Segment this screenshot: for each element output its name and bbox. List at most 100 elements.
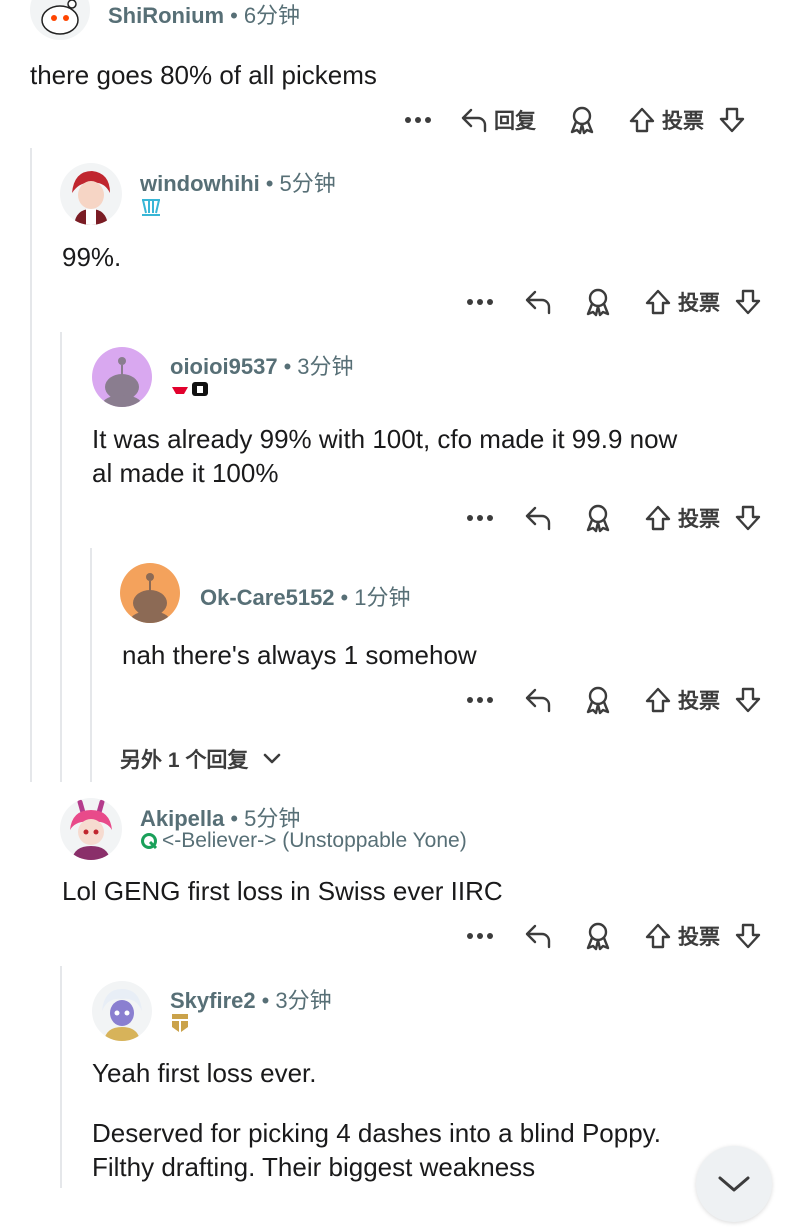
avatar[interactable] bbox=[92, 981, 152, 1041]
avatar[interactable] bbox=[30, 0, 90, 40]
downvote-button[interactable] bbox=[734, 686, 762, 714]
award-button[interactable] bbox=[584, 685, 612, 715]
comment-text-line: al made it 100% bbox=[92, 458, 279, 488]
award-icon bbox=[570, 106, 594, 135]
more-replies-button[interactable]: 另外 1 个回复 bbox=[120, 744, 282, 774]
reply-button[interactable] bbox=[524, 923, 552, 949]
ellipsis-icon bbox=[467, 299, 493, 305]
user-flair: <-Believer-> (Unstoppable Yone) bbox=[140, 829, 467, 853]
comment-actions: 回复 投票 bbox=[398, 100, 746, 140]
ellipsis-icon bbox=[467, 515, 493, 521]
user-flair bbox=[140, 196, 162, 218]
comment-text-line: nah there's always 1 somehow bbox=[122, 640, 477, 670]
downvote-arrow-icon bbox=[735, 505, 761, 531]
upvote-button[interactable]: 投票 bbox=[644, 287, 720, 317]
vote-label: 投票 bbox=[678, 690, 720, 713]
reply-button[interactable]: 回复 bbox=[460, 105, 536, 135]
downvote-button[interactable] bbox=[718, 106, 746, 134]
timestamp: 3分钟 bbox=[297, 354, 354, 379]
thread-line-1 bbox=[30, 148, 32, 782]
username[interactable]: Ok-Care5152 bbox=[200, 585, 335, 610]
anime-avatar-icon bbox=[102, 989, 142, 1041]
reply-icon bbox=[525, 924, 551, 949]
username[interactable]: Akipella bbox=[140, 806, 224, 831]
username[interactable]: Skyfire2 bbox=[170, 988, 256, 1013]
anime-avatar-icon bbox=[72, 171, 110, 225]
separator-dot: • bbox=[265, 171, 274, 196]
comment-body: Lol GENG first loss in Swiss ever IIRC bbox=[62, 874, 503, 908]
timestamp: 5分钟 bbox=[279, 171, 336, 196]
more-options-button[interactable] bbox=[460, 298, 500, 306]
reply-icon bbox=[525, 506, 551, 531]
vote-label: 投票 bbox=[678, 292, 720, 315]
reply-button[interactable] bbox=[524, 289, 552, 315]
separator-dot: • bbox=[283, 354, 292, 379]
award-button[interactable] bbox=[568, 105, 596, 135]
more-options-button[interactable] bbox=[460, 514, 500, 522]
upvote-arrow-icon bbox=[645, 505, 671, 531]
more-replies-label: 另外 1 个回复 bbox=[120, 749, 249, 772]
upvote-button[interactable]: 投票 bbox=[644, 503, 720, 533]
comment-body: It was already 99% with 100t, cfo made i… bbox=[92, 422, 677, 490]
award-icon bbox=[586, 686, 610, 715]
comment-body: there goes 80% of all pickems bbox=[30, 58, 377, 92]
separator-dot: • bbox=[261, 988, 270, 1013]
username[interactable]: ShiRonium bbox=[108, 3, 224, 28]
award-button[interactable] bbox=[584, 287, 612, 317]
reply-button[interactable] bbox=[524, 687, 552, 713]
avatar[interactable] bbox=[60, 798, 122, 860]
more-options-button[interactable] bbox=[398, 116, 438, 124]
comment-author[interactable]: Ok-Care5152 • 1分钟 bbox=[200, 580, 411, 612]
upvote-button[interactable]: 投票 bbox=[644, 921, 720, 951]
upvote-button[interactable]: 投票 bbox=[628, 105, 704, 135]
separator-dot: • bbox=[340, 585, 349, 610]
username[interactable]: windowhihi bbox=[140, 171, 260, 196]
more-options-button[interactable] bbox=[460, 696, 500, 704]
comment-text-line: Yeah first loss ever. bbox=[92, 1058, 317, 1088]
reply-button[interactable] bbox=[524, 505, 552, 531]
comment-author[interactable]: Skyfire2 • 3分钟 bbox=[170, 983, 332, 1015]
avatar[interactable] bbox=[92, 347, 152, 407]
team-logo-icon bbox=[172, 382, 208, 396]
vote-label: 投票 bbox=[662, 110, 704, 133]
comment-body: nah there's always 1 somehow bbox=[122, 638, 477, 672]
award-icon bbox=[586, 504, 610, 533]
snoo-avatar-icon bbox=[130, 573, 170, 623]
anime-avatar-icon bbox=[70, 799, 112, 860]
comment-text-line: there goes 80% of all pickems bbox=[30, 60, 377, 90]
upvote-arrow-icon bbox=[629, 107, 655, 133]
username[interactable]: oioioi9537 bbox=[170, 354, 278, 379]
award-icon bbox=[586, 288, 610, 317]
team-logo-icon bbox=[142, 199, 160, 216]
downvote-button[interactable] bbox=[734, 922, 762, 950]
avatar[interactable] bbox=[60, 163, 122, 225]
comment-actions: 投票 bbox=[460, 498, 762, 538]
downvote-arrow-icon bbox=[735, 923, 761, 949]
flair-text: <-Believer-> (Unstoppable Yone) bbox=[162, 829, 467, 852]
team-logo-icon bbox=[172, 1014, 188, 1032]
comment-author[interactable]: oioioi9537 • 3分钟 bbox=[170, 349, 354, 381]
upvote-arrow-icon bbox=[645, 289, 671, 315]
comment-author[interactable]: windowhihi • 5分钟 bbox=[140, 166, 336, 198]
reply-icon bbox=[461, 108, 487, 133]
scroll-down-button[interactable] bbox=[696, 1146, 772, 1222]
comment-text-line: Deserved for picking 4 dashes into a bli… bbox=[92, 1118, 661, 1148]
downvote-button[interactable] bbox=[734, 504, 762, 532]
team-logo-icon bbox=[141, 833, 158, 850]
comment-actions: 投票 bbox=[460, 282, 762, 322]
comment-text-line: 99%. bbox=[62, 242, 122, 272]
timestamp: 1分钟 bbox=[354, 585, 411, 610]
comment-author[interactable]: ShiRonium • 6分钟 bbox=[108, 0, 300, 30]
ellipsis-icon bbox=[405, 117, 431, 123]
comment-text-line: It was already 99% with 100t, cfo made i… bbox=[92, 424, 678, 454]
downvote-arrow-icon bbox=[719, 107, 745, 133]
downvote-button[interactable] bbox=[734, 288, 762, 316]
upvote-button[interactable]: 投票 bbox=[644, 685, 720, 715]
more-options-button[interactable] bbox=[460, 932, 500, 940]
user-flair bbox=[170, 378, 212, 400]
user-flair bbox=[170, 1013, 190, 1035]
avatar[interactable] bbox=[120, 563, 180, 623]
award-button[interactable] bbox=[584, 503, 612, 533]
award-icon bbox=[586, 922, 610, 951]
award-button[interactable] bbox=[584, 921, 612, 951]
